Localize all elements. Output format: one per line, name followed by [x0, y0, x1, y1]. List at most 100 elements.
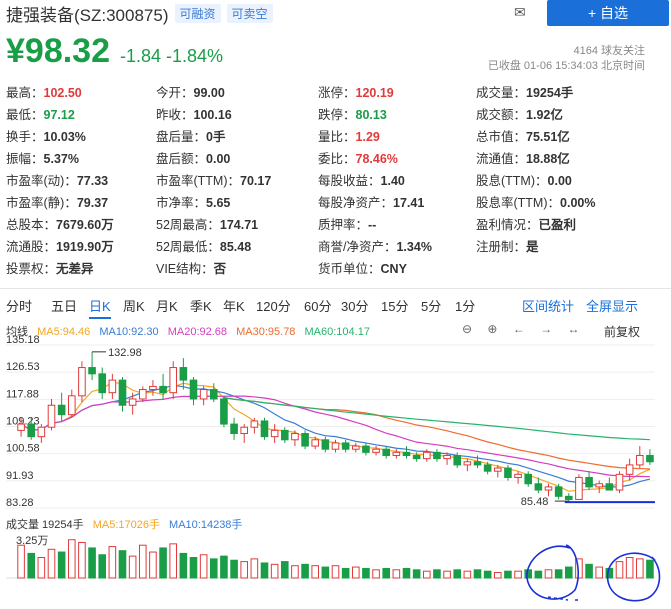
candle-body — [118, 379, 127, 406]
volume-bar — [230, 559, 238, 579]
candle-body — [280, 429, 289, 441]
candle-body — [230, 423, 238, 435]
candle-body — [78, 367, 86, 397]
volume-bar — [615, 561, 624, 579]
volume-bar — [17, 544, 25, 579]
volume-bar — [321, 566, 330, 579]
volume-bar — [189, 557, 198, 579]
candle-body — [321, 439, 330, 450]
volume-bar — [453, 569, 462, 579]
volume-bar — [118, 550, 127, 579]
candle-body — [138, 389, 147, 400]
candle-body — [341, 442, 350, 450]
candle-body — [575, 476, 583, 500]
volume-bar — [98, 554, 107, 579]
volume-bar — [433, 569, 441, 579]
volume-bar — [422, 570, 431, 579]
candle-body — [514, 473, 522, 478]
candle-body — [209, 389, 218, 400]
candle-body — [98, 373, 107, 394]
volume-bar — [351, 566, 360, 579]
volume-bar — [402, 567, 411, 579]
candle-body — [443, 454, 451, 460]
candle-body — [463, 461, 472, 466]
candle-body — [554, 486, 563, 497]
volume-bar — [250, 558, 259, 579]
y-tick-label: 100.58 — [6, 443, 40, 455]
volume-bar — [47, 548, 56, 579]
candle-body — [199, 389, 208, 400]
candle-body — [149, 385, 157, 391]
volume-bar — [57, 551, 66, 579]
candle-body — [493, 467, 502, 472]
y-tick-label: 135.18 — [6, 334, 40, 346]
volume-bar — [240, 561, 249, 579]
volume-bar — [209, 558, 218, 579]
candle-body — [301, 433, 309, 447]
candle-body — [635, 454, 644, 466]
candle-body — [605, 483, 614, 491]
volume-bar — [544, 569, 553, 579]
candle-body — [179, 367, 188, 381]
candle-body — [412, 454, 421, 460]
volume-bar — [443, 570, 451, 579]
candle-body — [260, 420, 269, 438]
volume-bar — [372, 569, 380, 579]
candle-body — [646, 454, 654, 463]
candle-body — [88, 367, 96, 375]
candle-body — [453, 454, 462, 466]
volume-bar — [646, 559, 654, 579]
volume-bar — [169, 543, 178, 579]
volume-bar — [635, 558, 644, 579]
candle-body — [504, 467, 512, 478]
candle-body — [250, 420, 259, 428]
candle-body — [37, 426, 46, 438]
candle-body — [67, 395, 76, 416]
candle-body — [433, 451, 441, 460]
candle-body — [534, 483, 543, 491]
volume-bar — [270, 563, 279, 579]
volume-bar — [159, 547, 167, 579]
volume-bar — [260, 562, 269, 579]
volume-bar — [534, 570, 543, 579]
candle-body — [331, 442, 340, 450]
volume-legend: 成交量 19254手 MA5:17026手 MA10:14238手 — [6, 516, 248, 532]
candle-body — [128, 398, 137, 406]
candle-body — [392, 451, 401, 456]
vol-ma10: MA10:14238手 — [169, 519, 243, 531]
candle-body — [372, 448, 380, 453]
volume-bar — [108, 546, 117, 579]
volume-bar — [67, 539, 76, 579]
candle-body — [27, 423, 36, 438]
candle-body — [169, 367, 178, 394]
y-tick-label: 91.93 — [6, 470, 34, 482]
vol-ma5: MA5:17026手 — [92, 519, 160, 531]
candle-body — [17, 423, 25, 431]
candle-body — [220, 398, 228, 425]
volume-bar — [301, 563, 309, 579]
candle-body — [108, 379, 117, 394]
volume-bar — [199, 554, 208, 579]
volume-bar — [149, 551, 157, 579]
volume-bar — [291, 565, 299, 579]
volume-bar — [493, 572, 502, 579]
candle-body — [585, 476, 593, 488]
volume-bar — [483, 570, 492, 579]
volume-bar — [595, 566, 604, 579]
volume-bar — [382, 567, 391, 579]
candle-body — [524, 473, 533, 485]
candle-body — [382, 448, 391, 456]
candle-body — [189, 379, 198, 400]
candle-body — [615, 473, 624, 491]
y-tick-label: 126.53 — [6, 361, 40, 373]
candle-body — [362, 445, 370, 453]
volume-bar — [78, 541, 86, 579]
volume-bar — [138, 544, 147, 579]
volume-bar — [564, 566, 573, 579]
volume-bar — [37, 557, 46, 579]
candle-body — [47, 404, 56, 428]
y-tick-label: 117.88 — [6, 388, 39, 400]
candle-body — [159, 385, 167, 394]
candle-body — [291, 433, 299, 441]
volume-bar — [473, 569, 482, 579]
